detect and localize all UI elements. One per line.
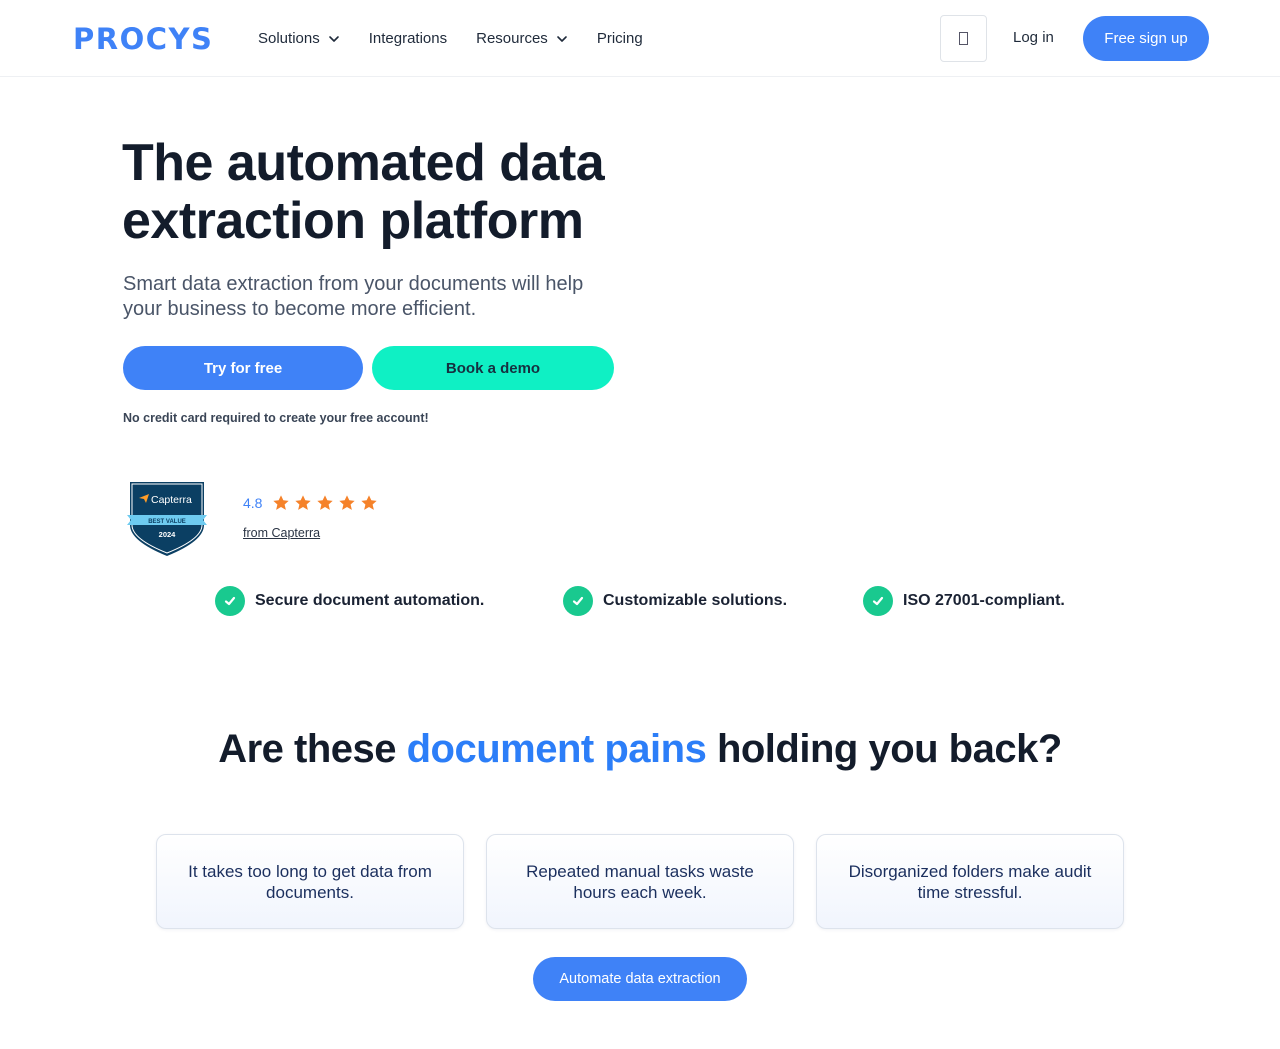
nav-item-integrations[interactable]: Integrations <box>369 30 447 47</box>
star-icon <box>317 495 334 510</box>
chevron-down-icon <box>557 35 567 42</box>
pain-card-text: It takes too long to get data from docum… <box>188 861 432 902</box>
pain-card: Disorganized folders make audit time str… <box>816 834 1124 929</box>
nav-item-solutions[interactable]: Solutions <box>258 30 340 47</box>
hero-title-line1: The automated data <box>122 134 605 192</box>
star-icon <box>361 495 378 510</box>
hero-subtitle-line2: your business to become more efficient. <box>123 298 477 320</box>
procys-logo[interactable]: PROCYS <box>73 22 213 56</box>
from-capterra-link[interactable]: from Capterra <box>243 525 320 541</box>
star-rating <box>272 494 382 512</box>
check-icon <box>563 586 593 616</box>
nav-label: Pricing <box>596 30 643 47</box>
capterra-badge: Capterra BEST VALUE 2024 <box>127 482 207 556</box>
star-icon <box>339 495 356 510</box>
pains-title-accent: document pains <box>406 727 707 771</box>
badge-year: 2024 <box>159 530 177 539</box>
pain-card: Repeated manual tasks waste hours each w… <box>486 834 794 929</box>
nav-item-resources[interactable]: Resources <box>476 30 568 47</box>
pain-card-text: Repeated manual tasks waste hours each w… <box>526 861 754 902</box>
main-nav: Solutions Integrations Resources Pricing <box>258 0 672 77</box>
nav-label: Integrations <box>368 30 448 47</box>
hero-title: The automated data extraction platform <box>122 134 682 250</box>
device-icon-button[interactable] <box>940 15 987 62</box>
capterra-rating: 4.8 <box>243 493 382 513</box>
book-demo-button[interactable]: Book a demo <box>372 346 614 390</box>
feature-iso: ISO 27001-compliant. <box>863 586 1065 616</box>
hero-subtitle-line1: Smart data extraction from your document… <box>123 273 584 295</box>
star-icon <box>273 495 290 510</box>
chevron-down-icon <box>328 35 339 42</box>
automate-data-extraction-button[interactable]: Automate data extraction <box>533 957 747 1001</box>
site-header: PROCYS Solutions Integrations Resources … <box>0 0 1280 77</box>
no-credit-card-note: No credit card required to create your f… <box>123 411 429 425</box>
pain-card: It takes too long to get data from docum… <box>156 834 464 929</box>
free-signup-button[interactable]: Free sign up <box>1083 16 1209 61</box>
nav-item-pricing[interactable]: Pricing <box>597 30 643 47</box>
device-icon <box>959 32 968 45</box>
star-icon <box>295 495 312 510</box>
nav-label: Solutions <box>258 30 320 47</box>
badge-ribbon: BEST VALUE <box>148 519 186 525</box>
badge-brand: Capterra <box>151 494 192 506</box>
pains-title: Are these document pains holding you bac… <box>0 724 1280 774</box>
nav-label: Resources <box>476 30 548 47</box>
pains-title-after: holding you back? <box>706 727 1062 771</box>
feature-customizable: Customizable solutions. <box>563 586 787 616</box>
feature-text: Secure document automation. <box>255 592 485 609</box>
pains-title-before: Are these <box>218 727 407 771</box>
hero-subtitle: Smart data extraction from your document… <box>123 272 643 322</box>
rating-value: 4.8 <box>243 495 263 511</box>
hero-title-line2: extraction platform <box>122 192 584 250</box>
feature-text: ISO 27001-compliant. <box>903 592 1065 609</box>
feature-secure: Secure document automation. <box>215 586 484 616</box>
login-link[interactable]: Log in <box>1013 28 1054 48</box>
check-icon <box>215 586 245 616</box>
feature-text: Customizable solutions. <box>603 592 788 609</box>
try-for-free-button[interactable]: Try for free <box>123 346 363 390</box>
check-icon <box>863 586 893 616</box>
pain-card-text: Disorganized folders make audit time str… <box>848 861 1092 902</box>
